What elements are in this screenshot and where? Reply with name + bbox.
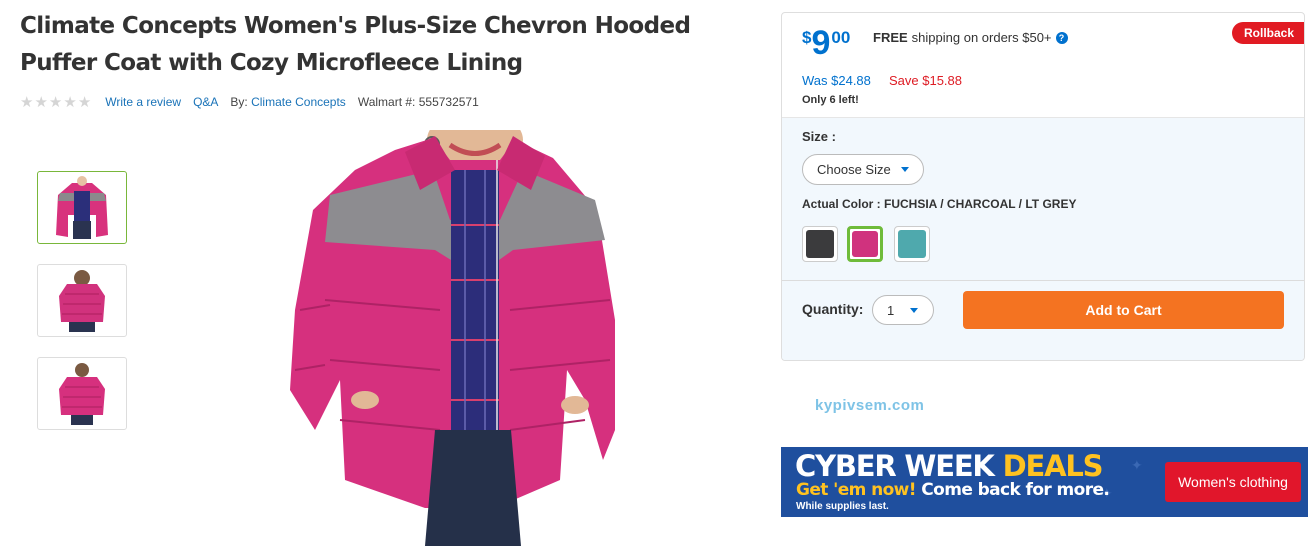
banner-subline-a: Get 'em now! <box>796 480 917 500</box>
coat-thumbnail-image <box>56 175 108 239</box>
price-cents: 00 <box>831 28 851 47</box>
star-icon: ★ <box>20 93 34 111</box>
walmart-number-label: Walmart #: <box>357 95 416 109</box>
rollback-badge: Rollback <box>1231 22 1304 44</box>
color-value: FUCHSIA / CHARCOAL / LT GREY <box>884 197 1077 211</box>
quantity-select[interactable]: 1 <box>872 295 934 325</box>
brand-link[interactable]: Climate Concepts <box>251 95 346 109</box>
rating-stars[interactable]: ★ ★ ★ ★ ★ <box>20 95 91 110</box>
qa-link[interactable]: Q&A <box>193 95 218 109</box>
shipping-text: shipping on orders $50+ <box>911 30 1052 45</box>
star-icon: ★ <box>77 93 92 111</box>
shipping-info: FREE shipping on orders $50+ ? <box>873 30 1068 45</box>
thumbnail-front[interactable] <box>37 171 127 244</box>
cyber-week-banner[interactable]: ✦ ✦ ✦ CYBER WEEK DEALS Get 'em now! Come… <box>781 447 1308 517</box>
divider <box>782 280 1304 281</box>
banner-headline-a: CYBER WEEK <box>795 449 995 483</box>
banner-disclaimer: While supplies last. <box>796 501 889 512</box>
current-price: $ 9 00 <box>802 26 850 60</box>
star-icon: ★ <box>34 93 48 111</box>
buy-box: $ 9 00 FREE shipping on orders $50+ ? Ro… <box>781 12 1305 361</box>
size-select[interactable]: Choose Size <box>802 154 924 185</box>
was-price: Was $24.88 <box>802 73 871 88</box>
color-swatch-teal[interactable] <box>894 226 930 262</box>
sparkle-icon: ✦ <box>1131 457 1143 473</box>
quantity-value: 1 <box>887 302 895 318</box>
savings-amount: Save $15.88 <box>889 73 963 88</box>
quantity-label: Quantity: <box>802 301 864 317</box>
watermark-text: kypivsem.com <box>815 397 925 414</box>
color-label-prefix: Actual Color : <box>802 197 881 211</box>
banner-subline: Get 'em now! Come back for more. <box>796 480 1110 500</box>
coat-thumbnail-image <box>59 362 105 425</box>
banner-headline-b: DEALS <box>1002 449 1104 483</box>
thumbnail-back[interactable] <box>37 264 127 337</box>
banner-subline-b: Come back for more. <box>921 480 1110 500</box>
chevron-down-icon <box>900 167 909 172</box>
swatch-fill <box>852 231 878 257</box>
star-icon: ★ <box>63 93 77 111</box>
chevron-down-icon <box>910 307 919 313</box>
color-swatch-charcoal[interactable] <box>802 226 838 262</box>
star-icon: ★ <box>48 93 63 111</box>
color-label: Actual Color : FUCHSIA / CHARCOAL / LT G… <box>802 197 1076 211</box>
size-select-value: Choose Size <box>817 162 891 177</box>
product-title: Climate Concepts Women's Plus-Size Chevr… <box>20 13 691 76</box>
thumbnail-front-alt[interactable] <box>37 357 127 430</box>
swatch-fill <box>806 230 834 258</box>
puffer-coat-image <box>290 130 615 546</box>
variant-options: Size : Choose Size Actual Color : FUCHSI… <box>782 117 1304 360</box>
price-currency: $ <box>802 28 812 47</box>
help-icon[interactable]: ? <box>1055 31 1068 44</box>
banner-headline: CYBER WEEK DEALS <box>795 449 1104 483</box>
product-meta: ★ ★ ★ ★ ★ Write a review Q&A By: Climate… <box>20 92 479 112</box>
size-label: Size : <box>802 129 836 144</box>
price-dollars: 9 <box>811 24 831 62</box>
write-review-link[interactable]: Write a review <box>105 95 181 109</box>
free-shipping-label: FREE <box>873 30 908 45</box>
stock-status: Only 6 left! <box>802 94 859 106</box>
color-swatch-fuchsia[interactable] <box>847 226 883 262</box>
by-label: By: <box>230 95 248 109</box>
add-to-cart-button[interactable]: Add to Cart <box>963 291 1284 329</box>
swatch-fill <box>898 230 926 258</box>
womens-clothing-button[interactable]: Women's clothing <box>1165 462 1301 502</box>
coat-thumbnail-image <box>59 269 105 332</box>
main-product-image[interactable] <box>285 130 625 546</box>
walmart-number: 555732571 <box>418 95 479 109</box>
